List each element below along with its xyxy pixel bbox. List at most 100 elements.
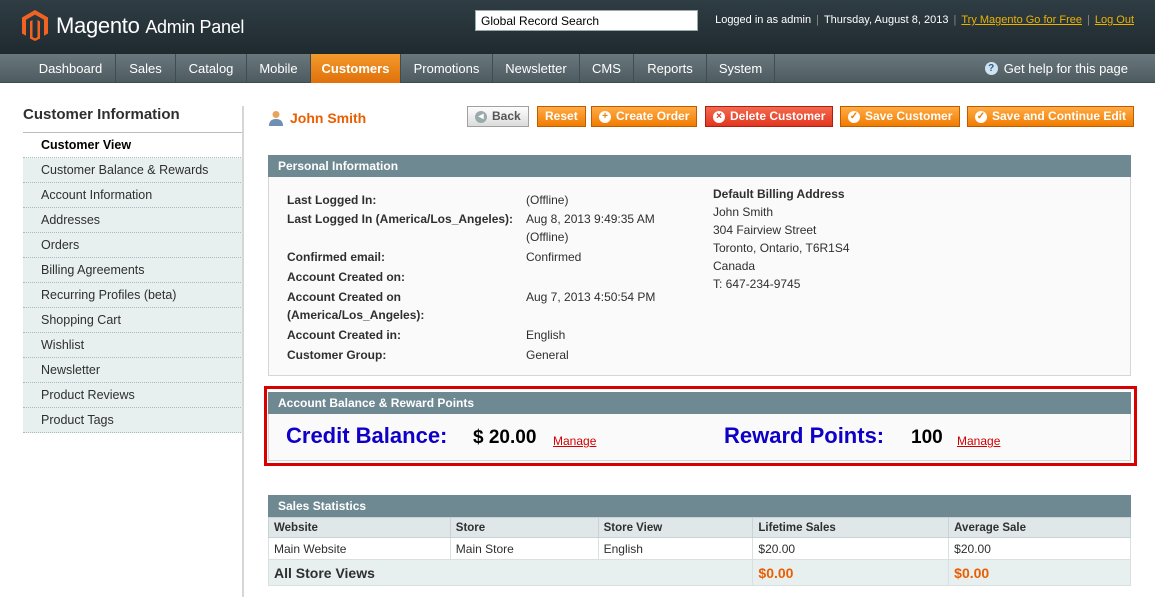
- current-date: Thursday, August 8, 2013: [823, 14, 949, 26]
- sidebar-item-product-tags[interactable]: Product Tags: [23, 408, 243, 433]
- col-store[interactable]: Store: [449, 517, 599, 538]
- create-order-button[interactable]: + Create Order: [591, 106, 698, 127]
- account-created-label: Account Created on:: [287, 270, 406, 284]
- sidebar-item-product-reviews[interactable]: Product Reviews: [23, 383, 243, 408]
- personal-info-header: Personal Information: [268, 155, 1131, 177]
- sidebar-item-recurring-profiles[interactable]: Recurring Profiles (beta): [23, 283, 243, 308]
- logged-in-text: Logged in as admin: [715, 14, 812, 26]
- nav-promotions[interactable]: Promotions: [401, 54, 493, 83]
- reset-button[interactable]: Reset: [537, 106, 586, 127]
- col-website[interactable]: Website: [268, 517, 451, 538]
- nav-catalog[interactable]: Catalog: [176, 54, 247, 83]
- customer-group-value: General: [526, 348, 569, 362]
- sidebar-divider: [242, 106, 244, 597]
- customer-name: John Smith: [290, 110, 367, 126]
- check-icon: ✓: [848, 110, 860, 123]
- account-created-la-label: Account Created on: [287, 290, 402, 304]
- account-created-la-label-tz: (America/Los_Angeles):: [287, 308, 425, 322]
- total-lifetime-sales: $0.00: [752, 559, 950, 586]
- sidebar-item-shopping-cart[interactable]: Shopping Cart: [23, 308, 243, 333]
- sidebar-item-orders[interactable]: Orders: [23, 233, 243, 258]
- confirmed-email-value: Confirmed: [526, 250, 582, 264]
- sidebar-item-account-information[interactable]: Account Information: [23, 183, 243, 208]
- try-magento-go-link[interactable]: Try Magento Go for Free: [961, 14, 1082, 26]
- delete-icon: ×: [713, 110, 725, 123]
- nav-system[interactable]: System: [707, 54, 775, 83]
- nav-dashboard[interactable]: Dashboard: [26, 54, 116, 83]
- total-label: All Store Views: [267, 559, 754, 586]
- billing-city: Toronto, Ontario, T6R1S4: [713, 241, 850, 255]
- logo-sub-text: Admin Panel: [145, 16, 245, 37]
- magento-logo-icon: [22, 10, 48, 41]
- reward-points-value: 100: [911, 427, 943, 448]
- nav-sales[interactable]: Sales: [116, 54, 176, 83]
- table-row: Main Website Main Store English $20.00 $…: [268, 537, 1131, 560]
- personal-info-panel: Last Logged In: (Offline) Last Logged In…: [268, 177, 1131, 376]
- total-average-sale: $0.00: [948, 559, 1131, 586]
- table-header-row: Website Store Store View Lifetime Sales …: [268, 517, 1131, 538]
- back-button[interactable]: ◂ Back: [467, 106, 529, 127]
- billing-phone: T: 647-234-9745: [713, 277, 801, 291]
- last-logged-in-value: (Offline): [526, 193, 569, 207]
- plus-icon: +: [599, 110, 611, 123]
- check-icon: ✓: [975, 110, 987, 123]
- cell-average-sale: $20.00: [948, 537, 1131, 560]
- header: Magento Admin Panel Logged in as admin |…: [0, 0, 1155, 54]
- account-created-la-value: Aug 7, 2013 4:50:54 PM: [526, 290, 656, 304]
- save-customer-button[interactable]: ✓ Save Customer: [840, 106, 961, 127]
- sales-stats-table: Website Store Store View Lifetime Sales …: [267, 517, 1131, 586]
- confirmed-email-label: Confirmed email:: [287, 250, 386, 264]
- billing-address: Default Billing Address John Smith 304 F…: [713, 185, 850, 293]
- help-icon: ?: [984, 62, 998, 75]
- customer-icon: [269, 111, 283, 126]
- page-title: John Smith: [268, 110, 366, 126]
- credit-balance-label: Credit Balance:: [286, 423, 448, 448]
- nav-cms[interactable]: CMS: [580, 54, 634, 83]
- help-link[interactable]: ? Get help for this page: [984, 54, 1128, 83]
- sales-stats-header: Sales Statistics: [268, 495, 1131, 517]
- magento-logo[interactable]: Magento Admin Panel: [22, 10, 244, 41]
- sidebar-item-addresses[interactable]: Addresses: [23, 208, 243, 233]
- billing-address-title: Default Billing Address: [713, 187, 845, 201]
- reward-points-label: Reward Points:: [724, 423, 885, 448]
- logout-link[interactable]: Log Out: [1095, 14, 1134, 26]
- cell-store: Main Store: [449, 537, 599, 560]
- logo-main-text: Magento: [56, 12, 140, 38]
- table-total-row: All Store Views $0.00 $0.00: [267, 559, 1131, 586]
- cell-lifetime-sales: $20.00: [752, 537, 950, 560]
- nav-reports[interactable]: Reports: [634, 54, 707, 83]
- billing-country: Canada: [713, 259, 756, 273]
- billing-street: 304 Fairview Street: [713, 223, 817, 237]
- last-logged-la-value: Aug 8, 2013 9:49:35 AM: [526, 212, 655, 226]
- col-lifetime-sales[interactable]: Lifetime Sales: [752, 517, 950, 538]
- cell-store-view: English: [597, 537, 754, 560]
- manage-rewards-link[interactable]: Manage: [957, 434, 1000, 448]
- nav-newsletter[interactable]: Newsletter: [493, 54, 580, 83]
- sidebar-item-customer-view[interactable]: Customer View: [23, 133, 243, 158]
- main-nav: Dashboard Sales Catalog Mobile Customers…: [0, 54, 1155, 83]
- delete-customer-button[interactable]: × Delete Customer: [705, 106, 834, 127]
- manage-credit-link[interactable]: Manage: [553, 434, 596, 448]
- sidebar-item-wishlist[interactable]: Wishlist: [23, 333, 243, 358]
- sidebar-item-billing-agreements[interactable]: Billing Agreements: [23, 258, 243, 283]
- last-logged-in-label: Last Logged In:: [287, 193, 377, 207]
- sidebar-title: Customer Information: [23, 106, 243, 133]
- nav-customers[interactable]: Customers: [311, 54, 401, 83]
- col-store-view[interactable]: Store View: [597, 517, 754, 538]
- header-links: Logged in as admin | Thursday, August 8,…: [715, 14, 1134, 26]
- account-created-in-label: Account Created in:: [287, 328, 402, 342]
- sidebar: Customer Information Customer View Custo…: [23, 106, 243, 433]
- cell-website: Main Website: [268, 537, 451, 560]
- col-average-sale[interactable]: Average Sale: [948, 517, 1131, 538]
- last-logged-la-label: Last Logged In (America/Los_Angeles):: [287, 212, 514, 226]
- sidebar-item-balance-rewards[interactable]: Customer Balance & Rewards: [23, 158, 243, 183]
- last-logged-la-status: (Offline): [526, 230, 569, 244]
- save-continue-button[interactable]: ✓ Save and Continue Edit: [967, 106, 1135, 127]
- nav-mobile[interactable]: Mobile: [247, 54, 311, 83]
- account-created-in-value: English: [526, 328, 566, 342]
- billing-name: John Smith: [713, 205, 774, 219]
- global-search-input[interactable]: [475, 10, 698, 31]
- sidebar-item-newsletter[interactable]: Newsletter: [23, 358, 243, 383]
- back-arrow-icon: ◂: [475, 110, 487, 123]
- credit-balance-value: $ 20.00: [473, 427, 537, 448]
